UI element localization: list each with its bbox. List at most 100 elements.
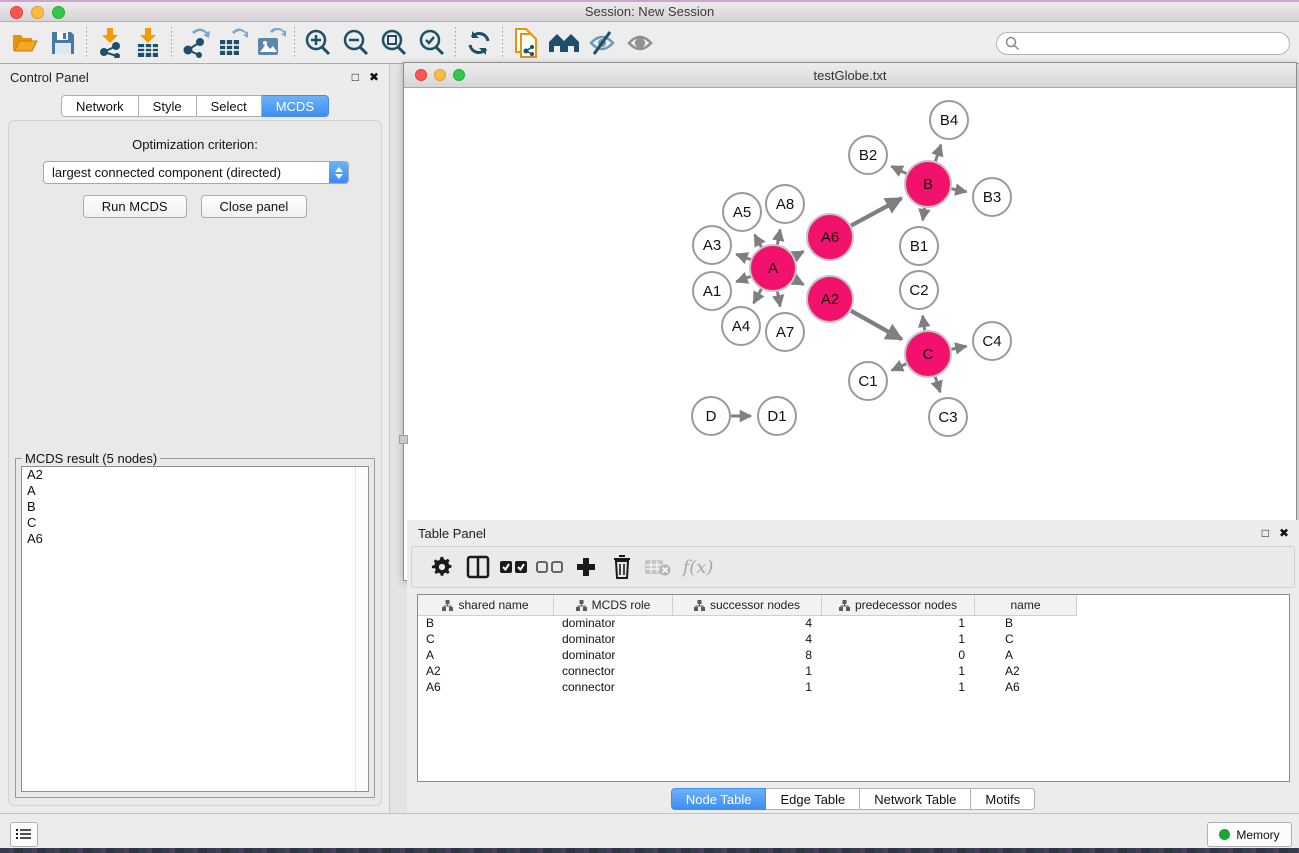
show-column-panel-icon[interactable] [460, 549, 496, 585]
delete-table-icon[interactable] [640, 549, 676, 585]
show-panels-button[interactable] [10, 822, 38, 847]
refresh-icon[interactable] [460, 26, 498, 60]
cell-name[interactable]: B [975, 616, 1077, 632]
network-window-titlebar[interactable]: testGlobe.txt [404, 63, 1296, 88]
edge-A2-C[interactable] [851, 311, 902, 340]
cell-successor-nodes[interactable]: 8 [673, 648, 822, 664]
float-panel-icon[interactable]: □ [352, 71, 359, 83]
vertical-scroll-thumb[interactable] [399, 435, 408, 444]
cell-predecessor-nodes[interactable]: 1 [822, 632, 975, 648]
cell-shared-name[interactable]: A6 [418, 680, 554, 696]
open-file-icon[interactable] [6, 26, 44, 60]
zoom-window-button[interactable] [52, 6, 65, 19]
zoom-selected-icon[interactable] [413, 26, 451, 60]
result-list-item[interactable]: A [22, 483, 368, 499]
edge-B-B3[interactable] [952, 189, 967, 192]
minimize-window-button[interactable] [31, 6, 44, 19]
export-network-icon[interactable] [176, 26, 214, 60]
import-network-icon[interactable] [91, 26, 129, 60]
edge-A-A2[interactable] [794, 279, 804, 284]
column-header-shared-name[interactable]: shared name [418, 595, 554, 616]
edge-A-A3[interactable] [736, 254, 750, 259]
edge-C-C1[interactable] [892, 364, 906, 370]
delete-column-trash-icon[interactable] [604, 549, 640, 585]
cell-shared-name[interactable]: C [418, 632, 554, 648]
edge-A-A6[interactable] [794, 251, 804, 256]
close-table-panel-icon[interactable]: ✖ [1279, 527, 1289, 539]
zoom-out-icon[interactable] [337, 26, 375, 60]
edge-A-A1[interactable] [736, 276, 750, 281]
tab-mcds[interactable]: MCDS [262, 95, 329, 117]
close-panel-button[interactable]: Close panel [201, 195, 308, 218]
run-mcds-button[interactable]: Run MCDS [83, 195, 187, 218]
cell-successor-nodes[interactable]: 4 [673, 632, 822, 648]
result-list-item[interactable]: B [22, 499, 368, 515]
tab-network[interactable]: Network [61, 95, 139, 117]
export-image-icon[interactable] [252, 26, 290, 60]
cell-name[interactable]: A2 [975, 664, 1077, 680]
cell-MCDS-role[interactable]: connector [554, 680, 673, 696]
export-table-icon[interactable] [214, 26, 252, 60]
column-header-MCDS-role[interactable]: MCDS role [554, 595, 673, 616]
hide-selected-icon[interactable] [583, 26, 621, 60]
cell-MCDS-role[interactable]: dominator [554, 616, 673, 632]
result-list-item[interactable]: C [22, 515, 368, 531]
memory-button[interactable]: Memory [1207, 822, 1292, 847]
create-column-plus-icon[interactable] [568, 549, 604, 585]
mcds-result-list[interactable]: A2ABCA6 [21, 466, 369, 792]
cell-name[interactable]: A6 [975, 680, 1077, 696]
edge-B-B1[interactable] [923, 208, 925, 221]
select-all-columns-icon[interactable] [496, 549, 532, 585]
optimization-criterion-select[interactable]: largest connected component (directed) [43, 161, 349, 184]
show-all-icon[interactable] [621, 26, 659, 60]
zoom-in-icon[interactable] [299, 26, 337, 60]
table-row[interactable]: Bdominator41B [418, 616, 1289, 632]
result-list-item[interactable]: A6 [22, 531, 368, 547]
unselect-all-columns-icon[interactable] [532, 549, 568, 585]
cell-successor-nodes[interactable]: 4 [673, 616, 822, 632]
close-view-button[interactable] [415, 69, 427, 81]
zoom-view-button[interactable] [453, 69, 465, 81]
cell-name[interactable]: A [975, 648, 1077, 664]
zoom-fit-icon[interactable] [375, 26, 413, 60]
tab-style[interactable]: Style [139, 95, 197, 117]
cell-successor-nodes[interactable]: 1 [673, 680, 822, 696]
tab-select[interactable]: Select [197, 95, 262, 117]
edge-C-C4[interactable] [952, 346, 967, 349]
edge-A-A4[interactable] [754, 289, 762, 303]
cell-successor-nodes[interactable]: 1 [673, 664, 822, 680]
edge-B-B4[interactable] [935, 145, 940, 161]
close-panel-icon[interactable]: ✖ [369, 71, 379, 83]
close-window-button[interactable] [10, 6, 23, 19]
column-header-successor-nodes[interactable]: successor nodes [673, 595, 822, 616]
column-header-name[interactable]: name [975, 595, 1077, 616]
edge-A-A8[interactable] [777, 230, 780, 245]
cell-shared-name[interactable]: A2 [418, 664, 554, 680]
search-input[interactable] [996, 32, 1290, 55]
cell-MCDS-role[interactable]: connector [554, 664, 673, 680]
save-session-icon[interactable] [44, 26, 82, 60]
cell-predecessor-nodes[interactable]: 1 [822, 616, 975, 632]
table-row[interactable]: A6connector11A6 [418, 680, 1289, 696]
cell-MCDS-role[interactable]: dominator [554, 648, 673, 664]
result-list-scrollbar[interactable] [355, 467, 368, 791]
cell-shared-name[interactable]: B [418, 616, 554, 632]
tab-edge-table[interactable]: Edge Table [766, 788, 860, 810]
tab-node-table[interactable]: Node Table [671, 788, 767, 810]
cell-shared-name[interactable]: A [418, 648, 554, 664]
cell-predecessor-nodes[interactable]: 1 [822, 680, 975, 696]
edge-A-A5[interactable] [755, 235, 762, 247]
minimize-view-button[interactable] [434, 69, 446, 81]
tab-network-table[interactable]: Network Table [860, 788, 971, 810]
edge-A-A7[interactable] [777, 292, 780, 307]
cell-predecessor-nodes[interactable]: 1 [822, 664, 975, 680]
tab-motifs[interactable]: Motifs [971, 788, 1035, 810]
result-list-item[interactable]: A2 [22, 467, 368, 483]
function-builder-icon[interactable]: f(x) [676, 549, 720, 585]
edge-C-C3[interactable] [935, 377, 940, 392]
first-neighbors-icon[interactable] [545, 26, 583, 60]
edge-A6-B[interactable] [851, 198, 902, 225]
float-table-panel-icon[interactable]: □ [1262, 527, 1269, 539]
new-network-from-selection-icon[interactable] [507, 26, 545, 60]
import-table-icon[interactable] [129, 26, 167, 60]
